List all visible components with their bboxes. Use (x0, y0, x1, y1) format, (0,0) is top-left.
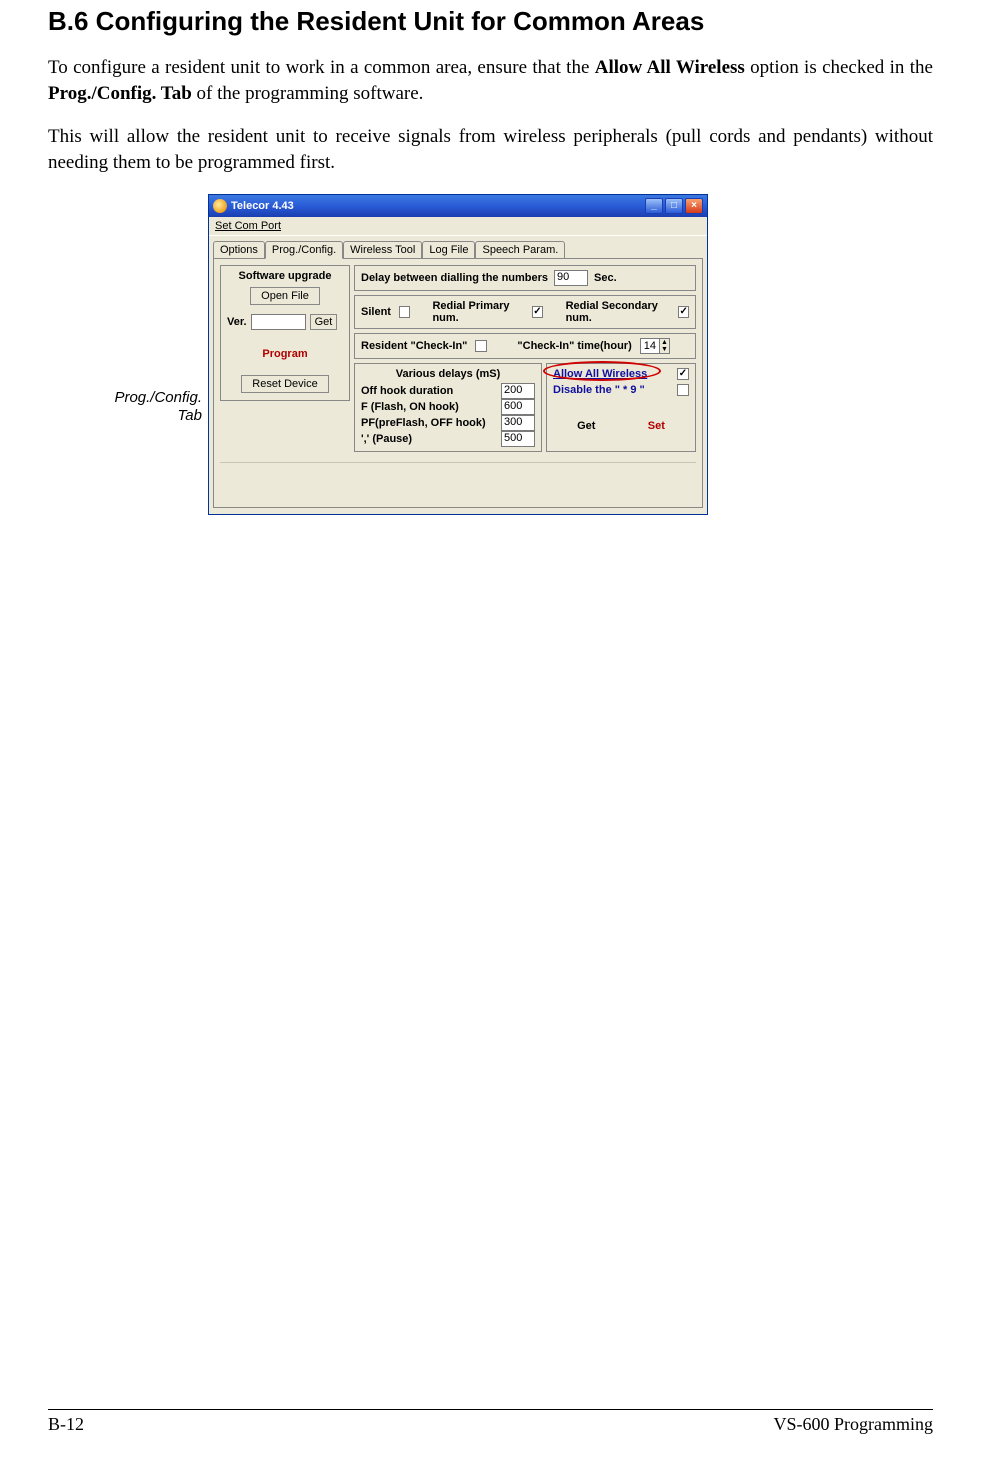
figure-row: Prog./Config. Tab Telecor 4.43 _ □ × Set… (48, 194, 933, 515)
app-window: Telecor 4.43 _ □ × Set Com Port Options … (208, 194, 708, 515)
version-field[interactable] (251, 314, 306, 330)
tab-panel-prog-config: Software upgrade Open File Ver. Get Prog… (213, 258, 703, 508)
right-column: Delay between dialling the numbers 90 Se… (354, 265, 696, 456)
delay-value-field[interactable]: 90 (554, 270, 588, 286)
allow-all-wireless-label: Allow All Wireless (553, 368, 647, 380)
minimize-button[interactable]: _ (645, 198, 663, 214)
reset-device-button[interactable]: Reset Device (241, 375, 328, 393)
ver-get-button[interactable]: Get (310, 314, 338, 330)
disable-star9-label: Disable the " * 9 " (553, 384, 645, 396)
figure-caption: Prog./Config. Tab (48, 389, 208, 515)
p1-text-c: of the programming software. (192, 83, 424, 104)
tab-speech-param[interactable]: Speech Param. (475, 241, 565, 259)
tab-prog-config[interactable]: Prog./Config. (265, 241, 343, 259)
ver-label: Ver. (227, 316, 247, 328)
checkin-time-spinner[interactable]: 14 ▲▼ (640, 338, 670, 354)
p1-text-b: option is checked in the (745, 57, 933, 78)
page-footer: B-12 VS-600 Programming (48, 1409, 933, 1435)
software-upgrade-label: Software upgrade (227, 270, 343, 282)
resident-checkin-label: Resident "Check-In" (361, 340, 467, 352)
p1-bold-allow-wireless: Allow All Wireless (595, 57, 745, 78)
app-icon (213, 199, 227, 213)
paragraph-1: To configure a resident unit to work in … (48, 55, 933, 106)
footer-doc-title: VS-600 Programming (774, 1414, 934, 1435)
maximize-button[interactable]: □ (665, 198, 683, 214)
flash-label: F (Flash, ON hook) (361, 401, 459, 413)
pause-field[interactable]: 500 (501, 431, 535, 447)
titlebar[interactable]: Telecor 4.43 _ □ × (209, 195, 707, 217)
redial-secondary-label: Redial Secondary num. (566, 300, 671, 324)
caption-line2: Tab (178, 407, 202, 424)
preflash-label: PF(preFlash, OFF hook) (361, 417, 486, 429)
off-hook-label: Off hook duration (361, 385, 453, 397)
resident-checkin-checkbox[interactable] (475, 340, 487, 352)
set-button[interactable]: Set (648, 420, 665, 432)
section-heading: B.6 Configuring the Resident Unit for Co… (48, 6, 933, 37)
open-file-button[interactable]: Open File (250, 287, 320, 305)
checkin-time-label: "Check-In" time(hour) (517, 340, 631, 352)
allow-all-wireless-checkbox[interactable] (677, 368, 689, 380)
tab-bar: Options Prog./Config. Wireless Tool Log … (209, 236, 707, 258)
tab-log-file[interactable]: Log File (422, 241, 475, 259)
close-button[interactable]: × (685, 198, 703, 214)
paragraph-2: This will allow the resident unit to rec… (48, 124, 933, 175)
sec-label: Sec. (594, 272, 617, 284)
get-button[interactable]: Get (577, 420, 595, 432)
p1-text-a: To configure a resident unit to work in … (48, 57, 595, 78)
checkin-time-value: 14 (641, 340, 659, 352)
caption-line1: Prog./Config. (114, 389, 202, 406)
left-column: Software upgrade Open File Ver. Get Prog… (220, 265, 350, 405)
menu-set-com-port[interactable]: Set Com Port (209, 217, 707, 236)
delay-label: Delay between dialling the numbers (361, 272, 548, 284)
program-button[interactable]: Program (227, 348, 343, 360)
p1-bold-prog-config: Prog./Config. Tab (48, 83, 192, 104)
redial-primary-label: Redial Primary num. (432, 300, 524, 324)
redial-primary-checkbox[interactable] (532, 306, 543, 318)
various-delays-header: Various delays (mS) (361, 368, 535, 380)
off-hook-field[interactable]: 200 (501, 383, 535, 399)
silent-checkbox[interactable] (399, 306, 410, 318)
footer-page-number: B-12 (48, 1414, 84, 1435)
window-title: Telecor 4.43 (231, 200, 645, 212)
preflash-field[interactable]: 300 (501, 415, 535, 431)
silent-label: Silent (361, 306, 391, 318)
flash-field[interactable]: 600 (501, 399, 535, 415)
redial-secondary-checkbox[interactable] (678, 306, 689, 318)
disable-star9-checkbox[interactable] (677, 384, 689, 396)
tab-options[interactable]: Options (213, 241, 265, 259)
pause-label: ',' (Pause) (361, 433, 412, 445)
tab-wireless-tool[interactable]: Wireless Tool (343, 241, 422, 259)
